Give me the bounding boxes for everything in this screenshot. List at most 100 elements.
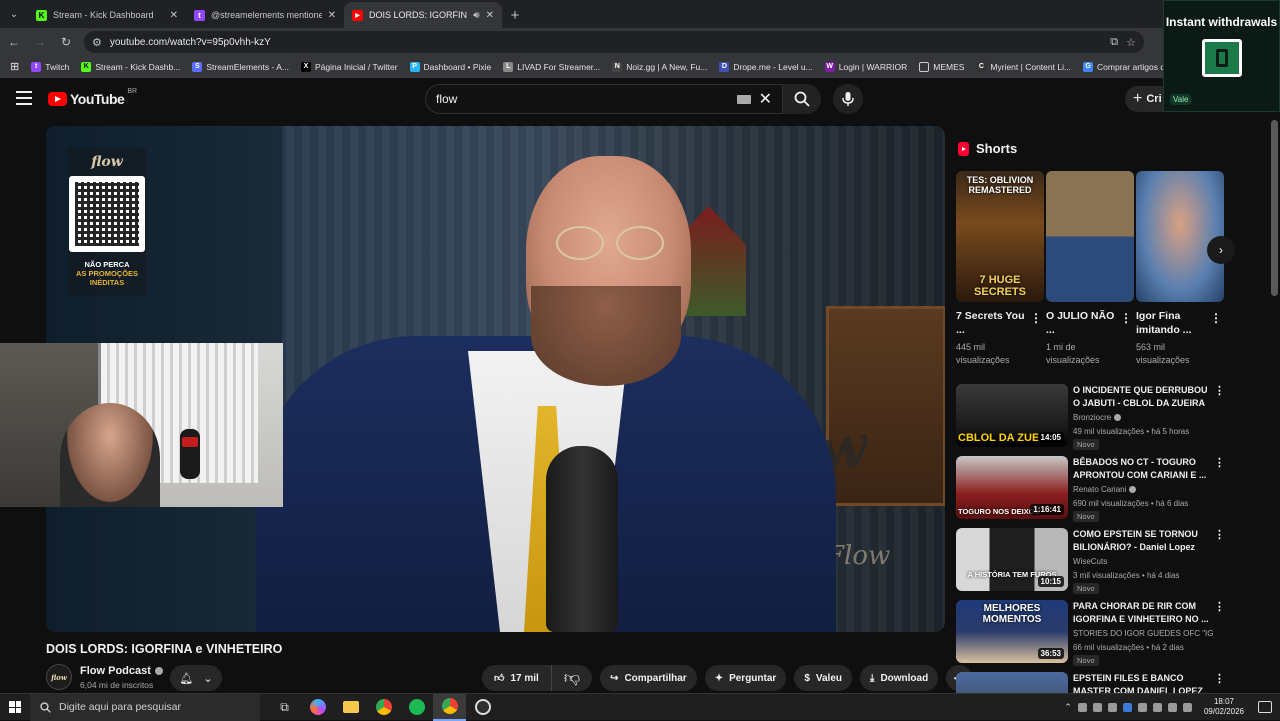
bookmark-folder[interactable]: MEMES (915, 61, 968, 72)
more-vert-icon[interactable]: ⋮ (1030, 311, 1042, 325)
bookmark-item[interactable]: N Noiz.gg | A New, Fu... (608, 61, 711, 72)
notification-icon[interactable] (1258, 701, 1272, 713)
search-input[interactable]: flow ✕ (425, 84, 783, 114)
keyboard-icon[interactable] (736, 94, 751, 104)
video-thumbnail[interactable] (956, 672, 1068, 693)
tab-streamelements-twitch[interactable]: t @streamelements mentione ✕ (186, 2, 344, 28)
bluetooth-icon[interactable] (1122, 702, 1132, 712)
channel-name[interactable]: WiseCuts (1073, 557, 1213, 566)
short-title[interactable]: Igor Fina imitando ... (1136, 309, 1210, 337)
more-vert-icon[interactable]: ⋮ (1210, 311, 1222, 325)
more-vert-icon[interactable]: ⋮ (1214, 384, 1225, 397)
bookmark-item[interactable]: t Twitch (27, 61, 73, 72)
bookmark-item[interactable]: L LIVAD For Streamer... (499, 61, 604, 72)
short-thumbnail[interactable]: TES: OBLIVION REMASTERED 7 HUGE SECRETS (956, 171, 1044, 302)
bookmark-item[interactable]: C Myrient | Content Li... (972, 61, 1075, 72)
channel-name[interactable]: Renato Cariani (1073, 485, 1213, 494)
clear-search-icon[interactable]: ✕ (759, 89, 772, 109)
youtube-logo[interactable]: YouTube BR (48, 88, 137, 107)
tray-icon[interactable] (1137, 702, 1147, 712)
like-button[interactable]: 👍︎ 17 mil (482, 665, 552, 691)
new-tab-button[interactable]: + (502, 2, 528, 28)
share-button[interactable]: ↪ Compartilhar (600, 665, 697, 691)
recommended-video[interactable]: CBLOL DA ZUE 14:05 O INCIDENTE QUE DERRU… (956, 384, 1226, 450)
tray-icon[interactable] (1152, 702, 1162, 712)
recommended-video[interactable]: EPSTEIN FILES E BANCO MASTER COM DANIEL … (956, 672, 1226, 693)
taskbar-search-input[interactable]: Digite aqui para pesquisar (30, 693, 260, 721)
bookmark-item[interactable]: W Login | WARRIOR (821, 61, 912, 72)
close-tab-icon[interactable]: ✕ (328, 10, 336, 21)
chevron-up-icon[interactable]: ⌃ (1064, 702, 1072, 713)
taskbar-app-copilot[interactable] (301, 694, 334, 721)
ask-button[interactable]: ✦ Perguntar (704, 665, 787, 691)
volume-icon[interactable] (1182, 702, 1192, 712)
more-vert-icon[interactable]: ⋮ (1214, 456, 1225, 469)
more-vert-icon[interactable]: ⋮ (1214, 528, 1225, 541)
short-title[interactable]: O JULIO NÃO ... (1046, 309, 1120, 337)
search-button[interactable] (783, 84, 821, 114)
channel-name[interactable]: STORIES DO IGOR GUEDES OFC "IGORFI... (1073, 629, 1213, 638)
more-vert-icon[interactable]: ⋮ (1214, 672, 1225, 685)
video-title[interactable]: COMO EPSTEIN SE TORNOU BILIONÁRIO? - Dan… (1073, 528, 1209, 554)
speaker-icon[interactable]: 🔊︎ (473, 10, 479, 21)
apps-grid-icon[interactable]: ⊞ (6, 60, 23, 73)
download-button[interactable]: ⤓ Download (860, 665, 939, 691)
video-thumbnail[interactable]: TOGURO NOS DEIXOU 1:16:41 (956, 456, 1068, 519)
video-title[interactable]: BÊBADOS NO CT - TOGURO APRONTOU COM CARI… (1073, 456, 1209, 482)
video-title[interactable]: O INCIDENTE QUE DERRUBOU O JABUTI - CBLO… (1073, 384, 1209, 410)
taskbar-app-obs[interactable] (466, 694, 499, 721)
network-icon[interactable] (1167, 702, 1177, 712)
recommended-video[interactable]: MELHORES MOMENTOS 36:53 PARA CHORAR DE R… (956, 600, 1226, 666)
tab-youtube-video[interactable]: ▶ DOIS LORDS: IGORFINA e V 🔊︎ ✕ (344, 2, 502, 28)
thanks-button[interactable]: $ Valeu (794, 665, 853, 691)
close-tab-icon[interactable]: ✕ (486, 10, 494, 21)
bookmark-star-icon[interactable]: ☆ (1126, 36, 1136, 49)
bookmark-item[interactable]: P Dashboard • Pixie (406, 61, 496, 72)
more-vert-icon[interactable]: ⋮ (1120, 311, 1132, 325)
site-info-icon[interactable]: ⚙︎ (92, 36, 102, 49)
short-title[interactable]: 7 Secrets You ... (956, 309, 1030, 337)
more-vert-icon[interactable]: ⋮ (1214, 600, 1225, 613)
page-scrollbar[interactable] (1271, 120, 1278, 296)
install-app-icon[interactable]: ⧉ (1110, 36, 1118, 49)
taskbar-app-chrome-active[interactable] (433, 693, 466, 721)
taskbar-app-spotify[interactable] (400, 694, 433, 721)
video-thumbnail[interactable]: A HISTÓRIA TEM FUROS 10:15 (956, 528, 1068, 591)
bookmark-item[interactable]: D Drope.me - Level u... (715, 61, 816, 72)
tab-search-icon[interactable]: ⌄ (0, 0, 28, 28)
video-thumbnail[interactable]: MELHORES MOMENTOS 36:53 (956, 600, 1068, 663)
shorts-next-button[interactable]: › (1207, 236, 1235, 264)
taskbar-clock[interactable]: 18:07 09/02/2026 (1204, 697, 1244, 717)
back-button[interactable]: ← (2, 30, 26, 54)
taskbar-app-explorer[interactable] (334, 694, 367, 721)
notifications-button[interactable]: 🔔︎ ⌄ (170, 665, 222, 691)
recommended-video[interactable]: TOGURO NOS DEIXOU 1:16:41 BÊBADOS NO CT … (956, 456, 1226, 522)
bookmark-item[interactable]: K Stream - Kick Dashb... (77, 61, 184, 72)
tray-icon[interactable] (1107, 702, 1117, 712)
tray-icon[interactable] (1092, 702, 1102, 712)
short-card[interactable]: O JULIO NÃO ... 1 mi de visualizações ⋮ (1046, 171, 1134, 367)
voice-search-button[interactable] (833, 84, 863, 114)
short-thumbnail[interactable] (1136, 171, 1224, 302)
recommended-video[interactable]: A HISTÓRIA TEM FUROS 10:15 COMO EPSTEIN … (956, 528, 1226, 594)
start-button[interactable] (0, 694, 30, 721)
video-title[interactable]: EPSTEIN FILES E BANCO MASTER COM DANIEL … (1073, 672, 1209, 693)
reload-button[interactable]: ↻ (54, 30, 78, 54)
channel-name[interactable]: Flow Podcast (80, 665, 163, 677)
short-thumbnail[interactable] (1046, 171, 1134, 302)
taskbar-app-chrome[interactable] (367, 694, 400, 721)
bookmark-item[interactable]: X Página Inicial / Twitter (297, 61, 402, 72)
tab-kick-dashboard[interactable]: K Stream - Kick Dashboard ✕ (28, 2, 186, 28)
video-thumbnail[interactable]: CBLOL DA ZUE 14:05 (956, 384, 1068, 447)
dislike-button[interactable]: 👎︎ (552, 665, 592, 691)
short-card[interactable]: Igor Fina imitando ... 563 mil visualizaç… (1136, 171, 1224, 367)
avatar[interactable]: flow (46, 664, 72, 690)
close-tab-icon[interactable]: ✕ (170, 10, 178, 21)
video-title[interactable]: PARA CHORAR DE RIR COM IGORFINA E VINHET… (1073, 600, 1209, 626)
url-field[interactable]: ⚙︎ youtube.com/watch?v=95p0vhh-kzY ⧉ ☆ (84, 31, 1144, 53)
short-card[interactable]: TES: OBLIVION REMASTERED 7 HUGE SECRETS … (956, 171, 1044, 367)
channel-name[interactable]: Bronziocre (1073, 413, 1213, 422)
forward-button[interactable]: → (28, 30, 52, 54)
bookmark-item[interactable]: S StreamElements - A... (188, 61, 293, 72)
menu-icon[interactable] (16, 91, 32, 105)
